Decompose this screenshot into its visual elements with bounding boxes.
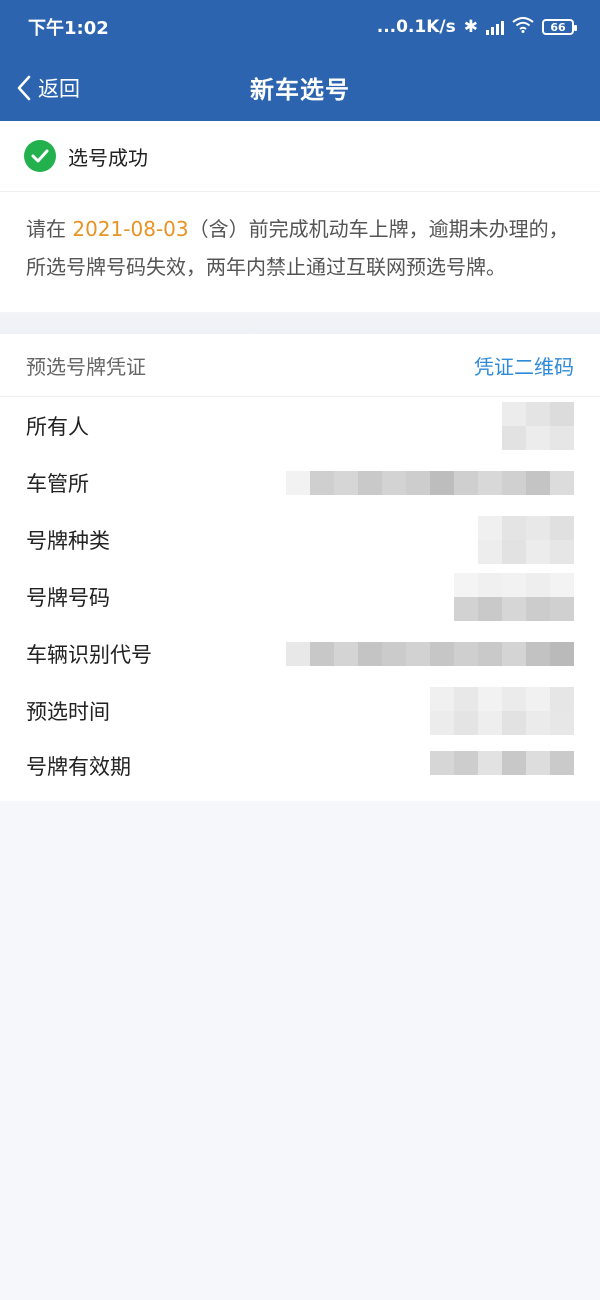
- qr-code-link[interactable]: 凭证二维码: [474, 351, 574, 380]
- blurred-value: [478, 515, 574, 564]
- blurred-value: [502, 401, 574, 450]
- deadline-date: 2021-08-03: [72, 217, 189, 241]
- field-label: 号牌种类: [26, 528, 110, 553]
- wifi-icon: [512, 16, 534, 38]
- field-label: 号牌有效期: [26, 755, 131, 779]
- info-row-owner: 所有人: [0, 397, 600, 454]
- certificate-label: 预选号牌凭证: [26, 354, 146, 379]
- info-row-plate-number: 号牌号码: [0, 568, 600, 625]
- notice-text: 请在 2021-08-03（含）前完成机动车上牌，逾期未办理的，所选号牌号码失效…: [0, 192, 600, 312]
- page-title: 新车选号: [250, 76, 350, 104]
- check-circle-icon: [24, 140, 56, 172]
- blurred-value: [430, 686, 574, 735]
- blurred-value: [430, 751, 574, 775]
- section-divider: [0, 312, 600, 334]
- chevron-left-icon: [17, 75, 31, 100]
- info-row-validity: 号牌有效期: [0, 739, 600, 801]
- bluetooth-icon: ✱: [463, 17, 478, 37]
- battery-icon: 66: [542, 19, 577, 35]
- field-label: 预选时间: [26, 699, 110, 724]
- info-row-office: 车管所: [0, 454, 600, 511]
- back-label: 返回: [38, 76, 80, 101]
- back-button[interactable]: 返回: [16, 54, 80, 121]
- network-speed: ...0.1K/s: [376, 17, 456, 37]
- success-label: 选号成功: [68, 145, 148, 170]
- certificate-row: 预选号牌凭证 凭证二维码: [0, 334, 600, 397]
- info-row-plate-type: 号牌种类: [0, 511, 600, 568]
- status-icons: ...0.1K/s ✱ 66: [376, 16, 577, 38]
- signal-icon: [486, 19, 504, 35]
- info-row-vin: 车辆识别代号: [0, 625, 600, 682]
- field-label: 所有人: [26, 414, 89, 439]
- status-bar: 下午1:02 ...0.1K/s ✱ 66: [0, 0, 600, 54]
- blurred-value: [454, 572, 574, 621]
- notice-prefix: 请在: [26, 217, 73, 241]
- field-label: 号牌号码: [26, 585, 110, 610]
- details-card: 预选号牌凭证 凭证二维码 所有人 车管所 号牌种类 号牌号码 车辆识别代号 预选…: [0, 334, 600, 801]
- success-banner: 选号成功: [0, 121, 600, 192]
- status-time: 下午1:02: [28, 18, 109, 39]
- field-label: 车管所: [26, 471, 89, 496]
- field-label: 车辆识别代号: [26, 642, 152, 667]
- blurred-value: [286, 641, 574, 666]
- info-row-select-time: 预选时间: [0, 682, 600, 739]
- blurred-value: [286, 470, 574, 495]
- nav-bar: 返回 新车选号: [0, 54, 600, 121]
